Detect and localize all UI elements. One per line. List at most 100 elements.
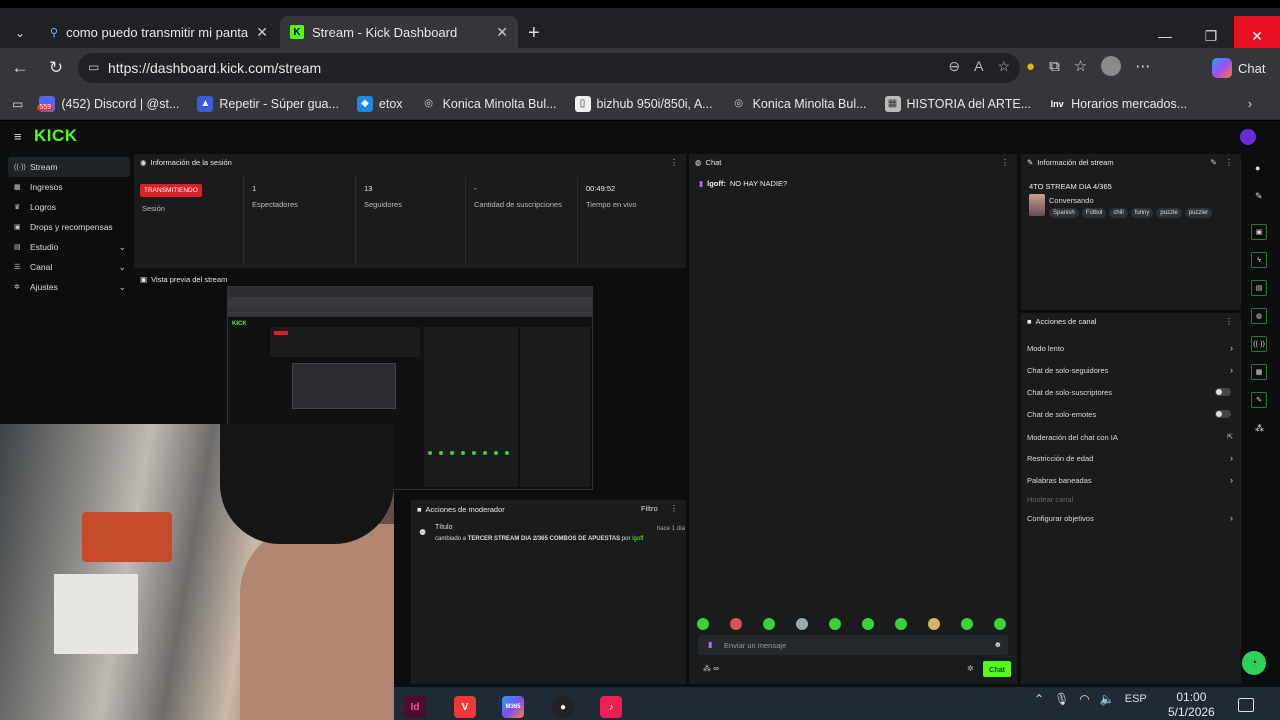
indesign-app-icon[interactable]: Id [404,696,426,718]
chat-message-input[interactable]: ▮ Enviar un mensaje ☻ [698,635,1008,655]
action-ai-moderation[interactable]: Moderación del chat con IA ⇱ [1027,427,1233,447]
panel-menu-icon[interactable]: ⋮ [1225,158,1233,167]
back-arrow-icon[interactable]: ← [8,56,32,80]
emote-icon[interactable] [895,618,907,630]
close-tab-icon[interactable]: ✕ [496,24,508,41]
bookmark-konica-2[interactable]: ◎ Konica Minolta Bul... [731,96,866,112]
chat-send-button[interactable]: Chat [983,661,1011,677]
rail-bolt-icon[interactable]: ϟ [1251,252,1267,268]
volume-icon[interactable]: 🔈 [1100,692,1115,706]
address-bar[interactable]: ▭ https://dashboard.kick.com/stream ⊖ A … [78,53,1020,83]
emote-icon[interactable] [829,618,841,630]
emote-icon[interactable] [994,618,1006,630]
sidebar-item-logros[interactable]: ♛ Logros [8,197,130,217]
sidebar-item-stream[interactable]: ((·)) Stream [8,157,130,177]
tray-chevron-up-icon[interactable]: ⌃ [1034,692,1044,706]
panel-menu-icon[interactable]: ⋮ [1001,158,1009,167]
user-avatar[interactable] [1240,129,1256,145]
mod-entry-user[interactable]: lgoff [632,536,643,542]
bookmark-historia[interactable]: ▦ HISTORIA del ARTE... [884,95,1031,112]
kick-logo[interactable]: KICK [34,126,78,146]
panel-menu-icon[interactable]: ⋮ [670,504,678,513]
emotes-only-toggle[interactable] [1215,410,1231,418]
tag[interactable]: puzzler [1184,208,1213,218]
emote-icon[interactable] [730,618,742,630]
rail-broadcast-icon[interactable]: ((·)) [1251,336,1267,352]
emote-icon[interactable] [697,618,709,630]
tag[interactable]: chill [1109,208,1128,218]
emote-icon[interactable] [796,618,808,630]
channel-points[interactable]: ⁂ ∞ [703,664,719,673]
sidebar-item-ingresos[interactable]: ▦ Ingresos [8,177,130,197]
new-tab-plus-icon[interactable]: + [528,22,540,44]
emoji-picker-icon[interactable]: ☻ [994,640,1002,649]
language-indicator[interactable]: ESP [1125,693,1147,705]
emote-icon[interactable] [763,618,775,630]
rail-save-icon[interactable]: ▦ [1251,364,1267,380]
edit-stream-info-icon[interactable]: ✎ [1210,158,1217,167]
panel-menu-icon[interactable]: ⋮ [670,158,678,167]
microphone-icon[interactable]: 🎙 [1054,692,1069,706]
emote-icon[interactable] [961,618,973,630]
copilot-chat-button[interactable]: Chat [1208,54,1274,82]
bookmarks-more-chevron-icon[interactable]: › [1248,97,1252,111]
rail-list-icon[interactable]: ▤ [1251,280,1267,296]
m365-app-icon[interactable]: M365 [502,696,524,718]
site-info-icon[interactable]: ▭ [88,60,99,74]
chat-settings-gear-icon[interactable]: ✲ [967,664,974,673]
subscribers-only-toggle[interactable] [1215,388,1231,396]
action-slow-mode[interactable]: Modo lento › [1027,338,1233,358]
info-circle-icon[interactable]: ● [1255,163,1260,173]
rail-video-icon[interactable]: ▣ [1251,224,1267,240]
vivaldi-app-icon[interactable]: V [454,696,476,718]
favorites-icon[interactable]: ☆ [1074,57,1087,75]
filter-button[interactable]: Filtro [641,504,658,513]
wifi-icon[interactable]: ◠ [1079,692,1089,706]
tag[interactable]: Fútbol [1081,208,1107,218]
bookmark-discord[interactable]: 559 (452) Discord | @st... [37,95,179,112]
extensions-puzzle-icon[interactable]: ⧉ [1049,58,1060,75]
tag[interactable]: funny [1130,208,1154,218]
tab-search[interactable]: ⚲ como puedo transmitir mi pantalla ✕ [40,16,278,48]
taskbar-clock[interactable]: 01:00 5/1/2026 [1168,690,1215,720]
stream-category[interactable]: Conversando [1049,196,1094,205]
reload-icon[interactable]: ↻ [44,56,68,80]
notification-center-icon[interactable] [1238,698,1254,712]
close-tab-icon[interactable]: ✕ [256,24,268,41]
tag[interactable]: Spanish [1049,208,1079,218]
rail-chat-icon[interactable]: ◍ [1251,308,1267,324]
bookmark-konica-1[interactable]: ◎ Konica Minolta Bul... [421,96,556,112]
extension-color-icon[interactable]: ● [1026,58,1035,75]
pencil-icon[interactable]: ✎ [1255,191,1263,202]
action-configure-goals[interactable]: Configurar objetivos › [1027,508,1233,528]
tab-actions-icon[interactable]: ▭ [12,97,23,111]
action-followers-only[interactable]: Chat de solo-seguidores › [1027,360,1233,380]
emote-icon[interactable] [862,618,874,630]
sidebar-item-ajustes[interactable]: ✲ Ajustes ⌄ [8,277,130,297]
bookmark-repetir[interactable]: ▲ Repetir - Súper gua... [197,95,339,112]
zoom-icon[interactable]: ⊖ [948,58,960,75]
emote-icon[interactable] [928,618,940,630]
action-banned-words[interactable]: Palabras baneadas › [1027,470,1233,490]
bookmark-horarios[interactable]: Inv Horarios mercados... [1049,96,1188,112]
panel-menu-icon[interactable]: ⋮ [1225,317,1233,326]
sidebar-item-canal[interactable]: ☰ Canal ⌄ [8,257,130,277]
rail-more-icon[interactable]: ⁂ [1255,423,1264,434]
sidebar-item-estudio[interactable]: ▤ Estudio ⌄ [8,237,130,257]
tab-menu-chevron-icon[interactable]: ⌄ [8,22,32,44]
chat-username[interactable]: lgoff: [707,179,726,188]
obs-app-icon[interactable]: ● [552,696,574,718]
tag[interactable]: puzzle [1156,208,1182,218]
rail-wrench-icon[interactable]: ✎ [1251,392,1267,408]
more-menu-icon[interactable]: ⋯ [1135,57,1150,75]
profile-avatar-icon[interactable] [1101,56,1122,76]
bookmark-etox[interactable]: ◆ etox [356,95,403,112]
help-chat-fab-icon[interactable]: ◔ [1242,651,1266,675]
bookmark-bizhub[interactable]: ▯ bizhub 950i/850i, A... [574,95,713,112]
tab-kick-dashboard[interactable]: K Stream - Kick Dashboard ✕ [280,16,518,48]
read-aloud-icon[interactable]: A [974,58,983,75]
action-age-restriction[interactable]: Restricción de edad › [1027,448,1233,468]
tiktok-app-icon[interactable]: ♪ [600,696,622,718]
hamburger-menu-icon[interactable]: ≡ [14,129,22,144]
favorite-star-icon[interactable]: ☆ [997,58,1010,75]
